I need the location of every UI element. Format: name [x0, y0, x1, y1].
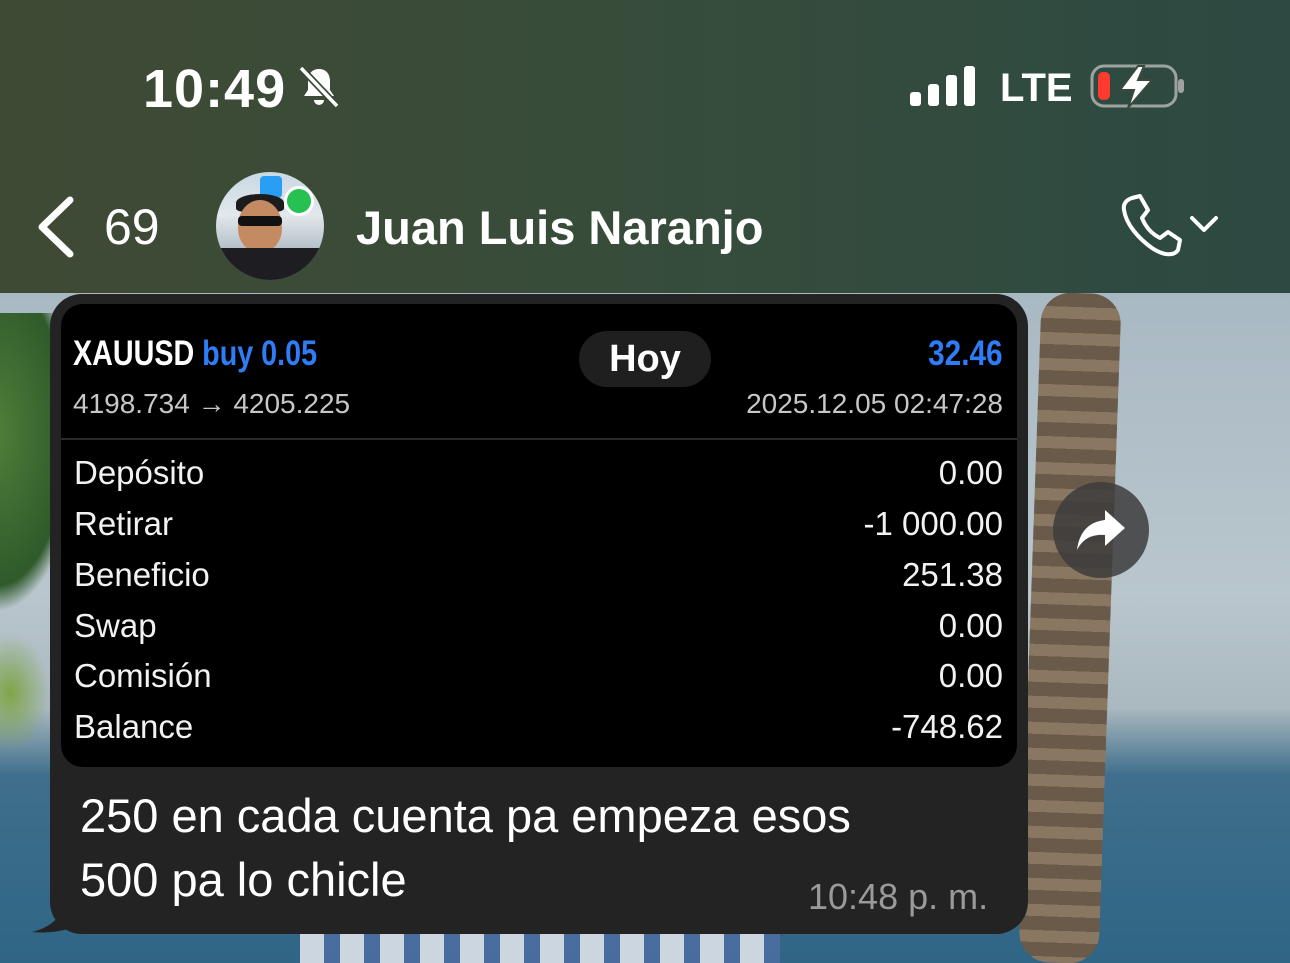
summary-row-commission: Comisión 0.00: [61, 657, 1017, 707]
battery-charging-icon: [1090, 64, 1184, 109]
chevron-left-icon[interactable]: [36, 196, 76, 258]
summary-label: Balance: [74, 708, 194, 745]
signal-icon: [910, 66, 975, 106]
avatar-face: [238, 200, 282, 252]
wallpaper-palm: [1018, 293, 1122, 963]
contact-name[interactable]: Juan Luis Naranjo: [356, 200, 763, 255]
navigation-header: 10:49 LTE 69 Juan Luis Naranjo: [0, 0, 1290, 293]
summary-value: -748.62: [891, 708, 1003, 745]
back-unread-count[interactable]: 69: [104, 198, 160, 256]
trade-datetime: 2025.12.05 02:47:28: [746, 388, 1003, 419]
date-pill: Hoy: [579, 331, 711, 387]
summary-row-withdraw: Retirar -1 000.00: [61, 505, 1017, 555]
summary-row-swap: Swap 0.00: [61, 607, 1017, 657]
status-time: 10:49: [143, 59, 287, 119]
avatar-whatsapp-badge: [284, 186, 314, 216]
summary-value: 0.00: [938, 657, 1003, 694]
card-divider: [61, 438, 1017, 440]
summary-row-profit: Beneficio 251.38: [61, 556, 1017, 606]
summary-value: 0.00: [938, 454, 1003, 491]
message-time: 10:48 p. m.: [808, 876, 989, 917]
message-line: 250 en cada cuenta pa empeza esos: [80, 789, 851, 842]
summary-row-deposit: Depósito 0.00: [61, 454, 1017, 504]
avatar-glasses: [238, 216, 282, 226]
avatar[interactable]: [216, 172, 324, 280]
trade-symbol-name: XAUUSD: [73, 334, 195, 373]
wallpaper-leaves-lower: [0, 633, 50, 753]
trade-symbol: XAUUSD buy 0.05: [73, 334, 317, 374]
summary-value: -1 000.00: [863, 505, 1003, 542]
summary-label: Swap: [74, 607, 157, 644]
phone-icon[interactable]: [1118, 192, 1182, 258]
forward-arrow-icon: [1077, 510, 1125, 550]
summary-label: Retirar: [74, 505, 174, 542]
trade-prices: 4198.734 → 4205.225: [73, 388, 351, 419]
summary-label: Beneficio: [74, 556, 210, 593]
summary-label: Depósito: [74, 454, 205, 491]
avatar-shirt: [216, 248, 324, 280]
chevron-down-icon[interactable]: [1188, 212, 1220, 236]
trade-action: buy 0.05: [202, 334, 318, 373]
network-type: LTE: [1000, 66, 1073, 110]
trade-profit: 32.46: [928, 334, 1003, 373]
forward-button[interactable]: [1053, 482, 1149, 578]
bell-slash-icon: [298, 65, 340, 109]
summary-label: Comisión: [74, 657, 212, 694]
summary-value: 0.00: [938, 607, 1003, 644]
trade-card-image[interactable]: XAUUSD buy 0.05 32.46 4198.734 → 4205.22…: [61, 304, 1017, 767]
summary-value: 251.38: [902, 556, 1003, 593]
summary-row-balance: Balance -748.62: [61, 708, 1017, 758]
